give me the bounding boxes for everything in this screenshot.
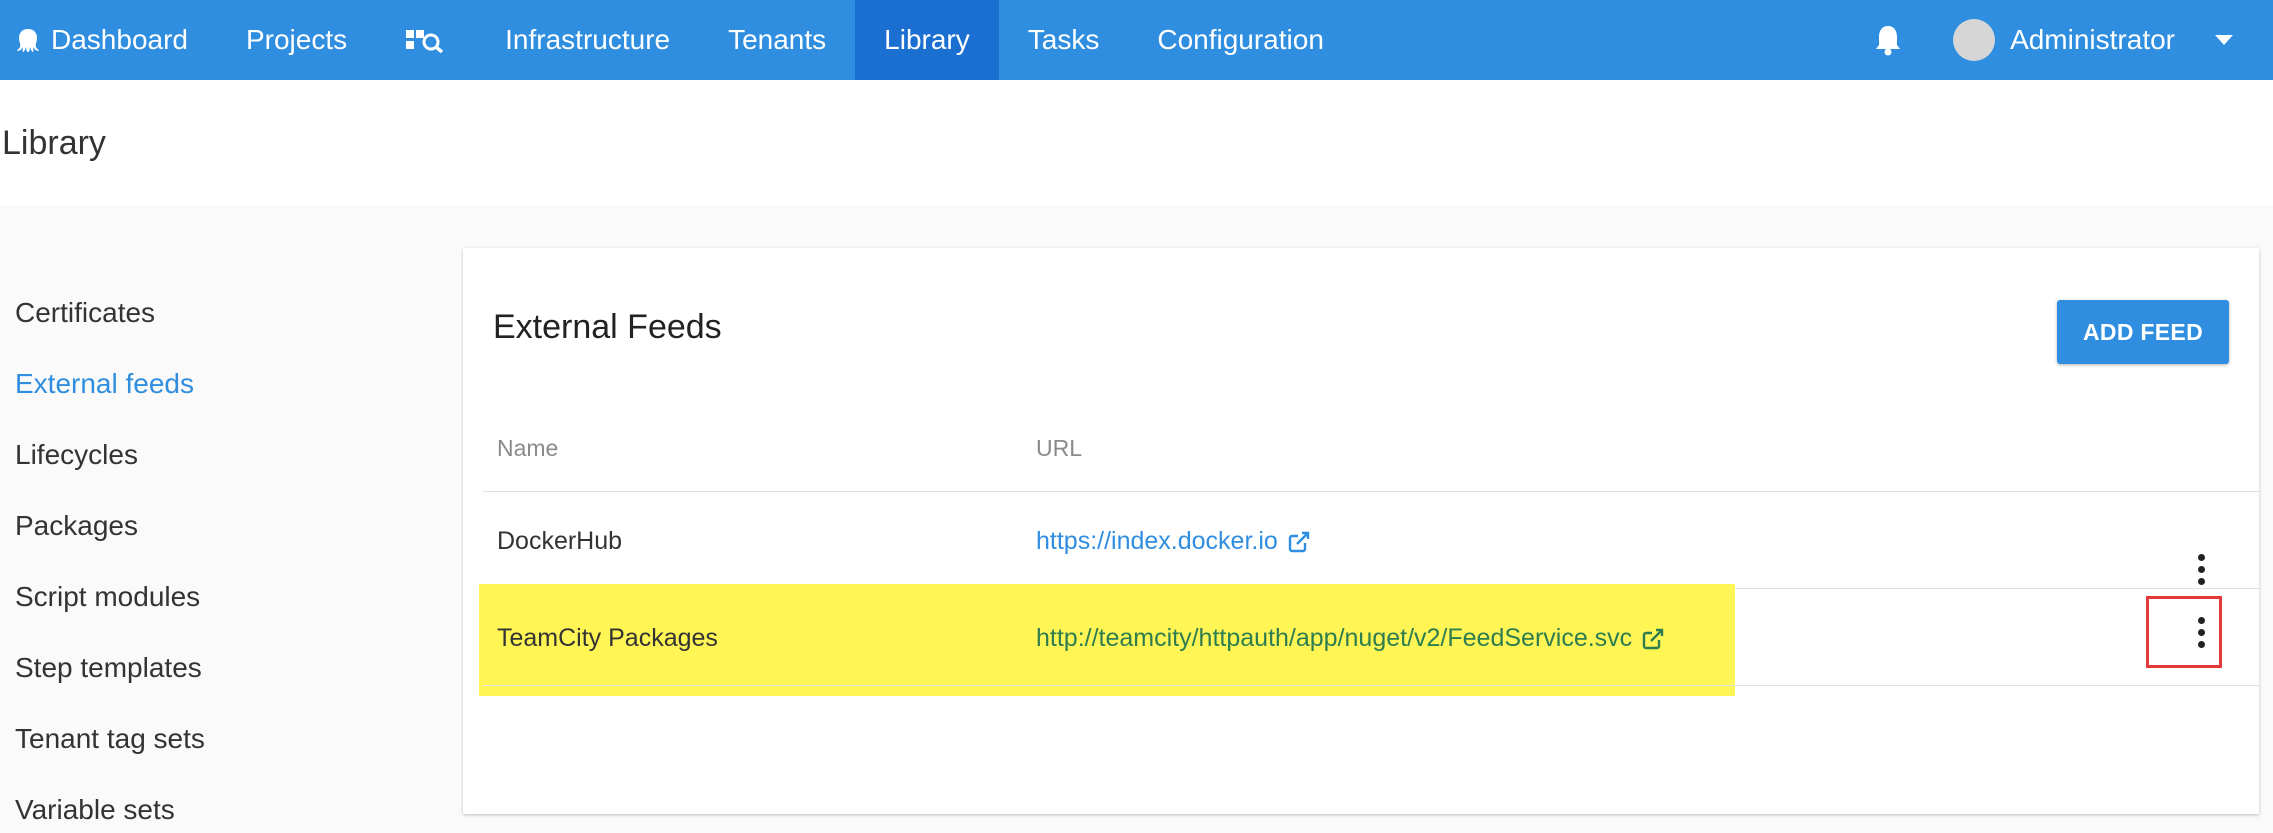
nav-library[interactable]: Library [855, 0, 999, 80]
column-header-url: URL [1036, 435, 1083, 461]
row-overflow-menu-icon[interactable] [2181, 539, 2221, 599]
sidebar-item-script-modules[interactable]: Script modules [15, 581, 200, 613]
feed-name: DockerHub [497, 527, 623, 555]
nav-infrastructure-label: Infrastructure [505, 24, 671, 55]
divider [483, 685, 2259, 686]
external-feeds-card: External Feeds ADD FEED Name URL DockerH… [463, 248, 2259, 814]
sidebar-item-certificates[interactable]: Certificates [15, 297, 155, 329]
nav-tasks[interactable]: Tasks [999, 0, 1129, 80]
chevron-down-icon [2215, 35, 2233, 45]
octopus-icon [15, 27, 41, 53]
sidebar-item-variable-sets[interactable]: Variable sets [15, 794, 175, 826]
avatar [1953, 19, 1996, 61]
nav-infrastructure[interactable]: Infrastructure [476, 0, 699, 80]
nav-dashboard-label: Dashboard [51, 24, 188, 55]
nav-tenants-label: Tenants [728, 24, 827, 55]
nav-configuration-label: Configuration [1157, 24, 1324, 55]
sidebar-item-step-templates[interactable]: Step templates [15, 652, 202, 684]
sidebar-item-lifecycles[interactable]: Lifecycles [15, 439, 138, 471]
nav-library-label: Library [884, 24, 970, 55]
red-box-annotation [2146, 596, 2222, 668]
feed-url-text: http://teamcity/httpauth/app/nuget/v2/Fe… [1036, 624, 1633, 652]
feed-name: TeamCity Packages [497, 624, 718, 652]
nav-right: Administrator [1868, 0, 2273, 80]
add-feed-button[interactable]: ADD FEED [2057, 300, 2229, 364]
feed-url-text: https://index.docker.io [1036, 527, 1278, 555]
top-nav: Dashboard Projects Infrastructure Tenant… [0, 0, 2273, 80]
user-name: Administrator [2010, 24, 2175, 55]
user-menu[interactable]: Administrator [1953, 19, 2233, 61]
feed-url-link[interactable]: http://teamcity/httpauth/app/nuget/v2/Fe… [1036, 624, 1665, 653]
page-title: Library [2, 124, 106, 162]
card-title: External Feeds [493, 308, 722, 346]
bell-icon[interactable] [1868, 20, 1908, 60]
nav-tenants[interactable]: Tenants [699, 0, 855, 80]
feed-url-link[interactable]: https://index.docker.io [1036, 527, 1311, 556]
column-header-name: Name [497, 435, 559, 461]
nav-projects[interactable]: Projects [217, 0, 376, 80]
nav-projects-label: Projects [245, 24, 348, 55]
external-link-icon [1641, 627, 1665, 651]
divider [483, 491, 2259, 492]
sidebar-item-packages[interactable]: Packages [15, 510, 138, 542]
nav-dashboard[interactable]: Dashboard [0, 0, 217, 80]
nav-configuration[interactable]: Configuration [1128, 0, 1353, 80]
nav-search-dashboard[interactable] [376, 0, 476, 80]
sidebar-item-tenant-tag-sets[interactable]: Tenant tag sets [15, 723, 205, 755]
external-link-icon [1287, 530, 1311, 554]
sidebar-item-external-feeds[interactable]: External feeds [15, 368, 194, 400]
nav-tasks-label: Tasks [1027, 24, 1100, 55]
search-dashboard-icon [405, 27, 447, 53]
page-header: Library [0, 80, 2273, 205]
